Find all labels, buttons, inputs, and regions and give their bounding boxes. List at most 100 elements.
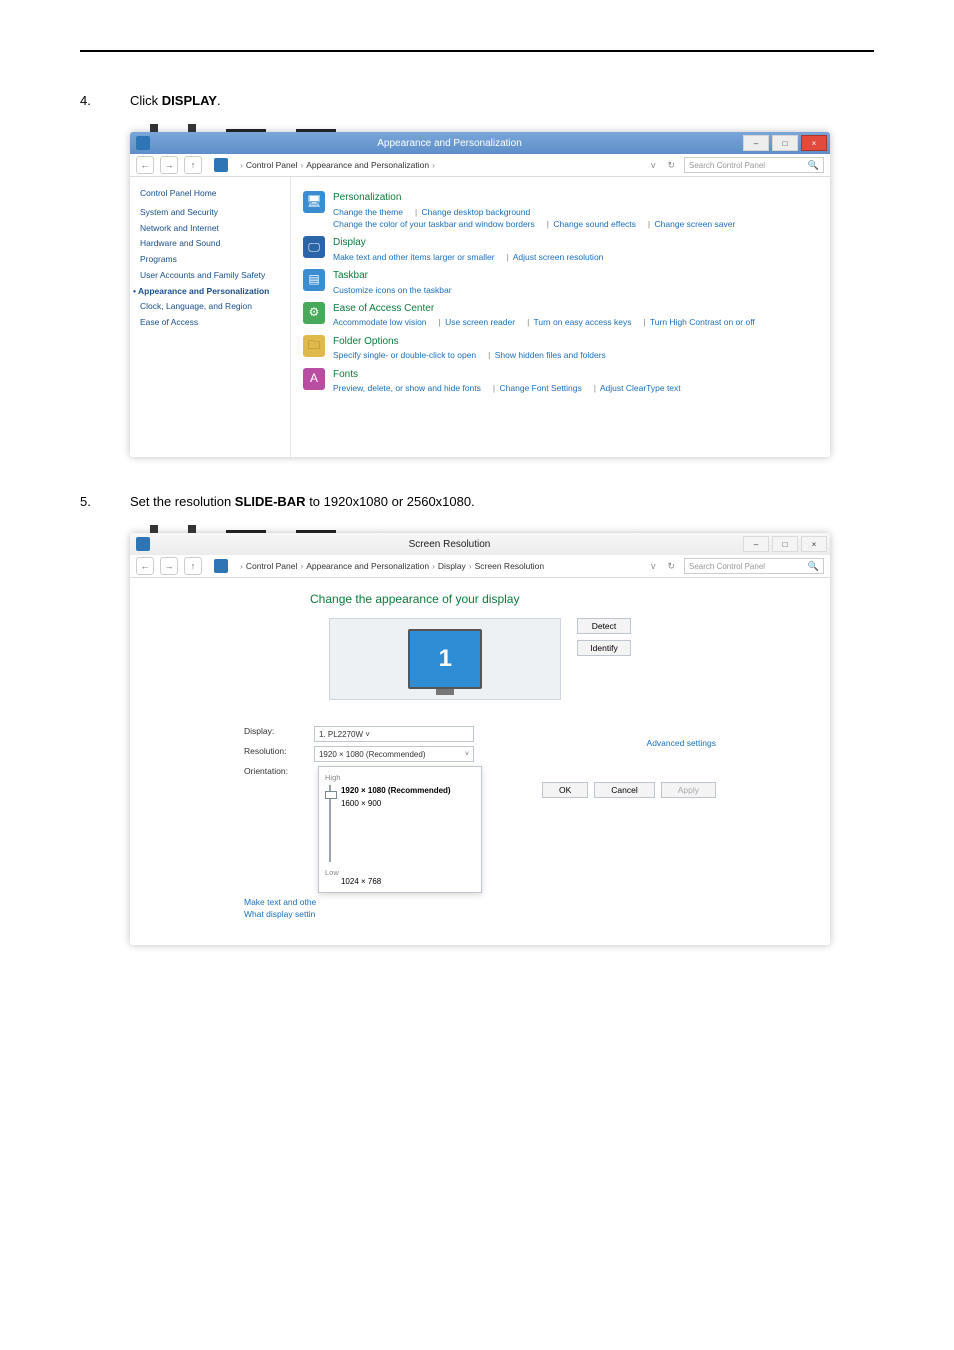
nav-up-button-2[interactable]: ↑ — [184, 557, 202, 575]
sidebar-item-appearance-current[interactable]: • Appearance and Personalization — [140, 285, 280, 298]
ease-heading[interactable]: Ease of Access Center — [333, 302, 765, 317]
close-button-2[interactable]: × — [801, 536, 827, 552]
resolution-panel: Change the appearance of your display 1 … — [130, 578, 830, 945]
link-screen-reader[interactable]: Use screen reader — [445, 317, 515, 327]
sidebar-item-network[interactable]: Network and Internet — [140, 222, 280, 235]
link-adjust-resolution[interactable]: Adjust screen resolution — [513, 252, 604, 262]
ok-button[interactable]: OK — [542, 782, 588, 798]
link-change-theme[interactable]: Change the theme — [333, 207, 403, 217]
sidebar-item-hardware[interactable]: Hardware and Sound — [140, 237, 280, 250]
window-icon-2 — [136, 537, 150, 551]
screenshot-appearance-window: Appearance and Personalization – □ × ← →… — [130, 132, 830, 457]
link-sep: | — [594, 383, 596, 393]
fonts-icon: A — [303, 368, 325, 390]
step-4: 4. Click DISPLAY. — [80, 92, 874, 110]
apply-button[interactable]: Apply — [661, 782, 716, 798]
search-input-2[interactable]: Search Control Panel 🔍 — [684, 558, 824, 574]
detect-button[interactable]: Detect — [577, 618, 630, 634]
nav-back-button-2[interactable]: ← — [136, 557, 154, 575]
link-hidden-files[interactable]: Show hidden files and folders — [495, 350, 606, 360]
taskbar-heading[interactable]: Taskbar — [333, 269, 462, 284]
breadcrumb-appearance-2[interactable]: Appearance and Personalization — [306, 561, 429, 571]
breadcrumb-display[interactable]: Display — [438, 561, 466, 571]
sidebar-item-programs[interactable]: Programs — [140, 253, 280, 266]
monitor-1-icon[interactable]: 1 — [408, 629, 482, 689]
sidebar-current-label: Appearance and Personalization — [138, 286, 269, 296]
step-4-text: Click DISPLAY. — [130, 92, 221, 110]
link-sep: | — [439, 317, 441, 327]
link-change-color[interactable]: Change the color of your taskbar and win… — [333, 219, 535, 229]
slider-low-value: 1024 × 768 — [341, 877, 475, 886]
slider-mid: 1600 × 900 — [341, 799, 475, 808]
link-change-bg[interactable]: Change desktop background — [422, 207, 531, 217]
refresh-chevron-2[interactable]: v — [648, 561, 659, 571]
breadcrumb-cp[interactable]: Control Panel — [246, 561, 298, 571]
refresh-button[interactable]: v — [648, 160, 659, 170]
monitor-preview-box[interactable]: 1 — [329, 618, 561, 700]
link-customize-taskbar[interactable]: Customize icons on the taskbar — [333, 285, 452, 295]
minimize-button[interactable]: – — [743, 135, 769, 151]
link-sep: | — [488, 350, 490, 360]
link-high-contrast[interactable]: Turn High Contrast on or off — [650, 317, 755, 327]
nav-forward-button-2[interactable]: → — [160, 557, 178, 575]
link-change-sound[interactable]: Change sound effects — [553, 219, 636, 229]
identify-button[interactable]: Identify — [577, 640, 630, 656]
cancel-button[interactable]: Cancel — [594, 782, 654, 798]
link-font-settings[interactable]: Change Font Settings — [500, 383, 582, 393]
label-resolution: Resolution: — [244, 746, 314, 756]
step-4-post: . — [217, 93, 221, 108]
taskbar-icon: ▤ — [303, 269, 325, 291]
sidebar-item-system[interactable]: System and Security — [140, 206, 280, 219]
main-panel: 🖥 Personalization Change the theme| Chan… — [291, 177, 830, 457]
maximize-button-2[interactable]: □ — [772, 536, 798, 552]
fonts-heading[interactable]: Fonts — [333, 368, 691, 383]
display-icon: 🖵 — [303, 236, 325, 258]
link-low-vision[interactable]: Accommodate low vision — [333, 317, 427, 327]
category-folder: 🗀 Folder Options Specify single- or doub… — [303, 335, 816, 362]
slider-low-label: Low — [325, 868, 475, 877]
breadcrumb-control-panel[interactable]: Control Panel — [246, 160, 298, 170]
link-cleartype[interactable]: Adjust ClearType text — [600, 383, 681, 393]
breadcrumb-screen-res[interactable]: Screen Resolution — [475, 561, 544, 571]
sidebar-header[interactable]: Control Panel Home — [140, 187, 280, 200]
close-button[interactable]: × — [801, 135, 827, 151]
refresh-icon-2[interactable]: ↻ — [664, 561, 678, 572]
nav-forward-button[interactable]: → — [160, 156, 178, 174]
resolution-slider-popup[interactable]: High 1920 × 1080 (Recommended) 1600 × 90… — [318, 766, 482, 893]
maximize-button[interactable]: □ — [772, 135, 798, 151]
nav-up-button[interactable]: ↑ — [184, 156, 202, 174]
link-preview-fonts[interactable]: Preview, delete, or show and hide fonts — [333, 383, 481, 393]
slider-knob[interactable] — [325, 791, 337, 799]
category-taskbar: ▤ Taskbar Customize icons on the taskbar — [303, 269, 816, 296]
breadcrumb-appearance[interactable]: Appearance and Personalization — [306, 160, 429, 170]
breadcrumb[interactable]: › Control Panel › Appearance and Persona… — [240, 160, 435, 170]
breadcrumb-2[interactable]: › Control Panel › Appearance and Persona… — [240, 561, 544, 571]
refresh-icon[interactable]: ↻ — [664, 160, 678, 171]
sidebar-item-clock[interactable]: Clock, Language, and Region — [140, 300, 280, 313]
personalization-heading[interactable]: Personalization — [333, 191, 745, 206]
resolution-select[interactable]: 1920 × 1080 (Recommended)˅ — [314, 746, 474, 762]
link-advanced-settings[interactable]: Advanced settings — [647, 738, 716, 748]
sidebar-item-useraccounts[interactable]: User Accounts and Family Safety — [140, 269, 280, 282]
slider-high-label: High — [325, 773, 475, 782]
taskbar-fx — [150, 122, 874, 132]
search-input[interactable]: Search Control Panel 🔍 — [684, 157, 824, 173]
folder-heading[interactable]: Folder Options — [333, 335, 616, 350]
window-titlebar: Appearance and Personalization – □ × — [130, 132, 830, 154]
sidebar-item-ease[interactable]: Ease of Access — [140, 316, 280, 329]
step-5-text: Set the resolution SLIDE-BAR to 1920x108… — [130, 493, 475, 511]
nav-back-button[interactable]: ← — [136, 156, 154, 174]
link-click-open[interactable]: Specify single- or double-click to open — [333, 350, 476, 360]
breadcrumb-sep: › — [432, 160, 435, 170]
link-text-size[interactable]: Make text and other items larger or smal… — [333, 252, 495, 262]
link-easy-keys[interactable]: Turn on easy access keys — [534, 317, 632, 327]
label-orientation: Orientation: — [244, 766, 314, 776]
screenshot-resolution-window: Screen Resolution – □ × ← → ↑ › Control … — [130, 533, 830, 945]
display-heading[interactable]: Display — [333, 236, 613, 251]
link-sep: | — [547, 219, 549, 229]
display-select[interactable]: 1. PL2270W ˅ — [314, 726, 474, 742]
minimize-button-2[interactable]: – — [743, 536, 769, 552]
link-text-size-2[interactable]: Make text and othe — [244, 897, 482, 907]
link-change-saver[interactable]: Change screen saver — [655, 219, 736, 229]
link-which-settings[interactable]: What display settin — [244, 909, 482, 919]
